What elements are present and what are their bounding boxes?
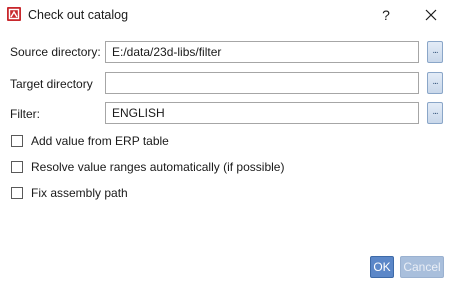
close-icon	[425, 9, 437, 21]
target-directory-label: Target directory	[10, 77, 93, 91]
close-button[interactable]	[420, 5, 442, 25]
source-directory-input[interactable]: E:/data/23d-libs/filter	[105, 41, 419, 63]
fix-assembly-path-label: Fix assembly path	[31, 186, 128, 200]
app-logo-icon	[7, 7, 21, 21]
filter-input[interactable]: ENGLISH	[105, 102, 419, 124]
check-out-catalog-dialog: Check out catalog ? Source directory: E:…	[0, 0, 454, 289]
resolve-ranges-checkbox[interactable]	[11, 161, 23, 173]
resolve-ranges-label: Resolve value ranges automatically (if p…	[31, 160, 285, 174]
title-bar: Check out catalog ?	[0, 0, 454, 30]
target-directory-input[interactable]	[105, 72, 419, 94]
filter-label: Filter:	[10, 107, 40, 121]
erp-table-checkbox[interactable]	[11, 135, 23, 147]
fix-assembly-path-checkbox[interactable]	[11, 187, 23, 199]
ok-button[interactable]: OK	[370, 256, 394, 278]
target-directory-browse-button[interactable]: ...	[427, 72, 443, 94]
filter-browse-button[interactable]: ...	[427, 102, 443, 124]
source-directory-browse-button[interactable]: ...	[427, 41, 443, 63]
erp-table-label: Add value from ERP table	[31, 134, 169, 148]
dialog-title: Check out catalog	[28, 8, 129, 22]
cancel-button[interactable]: Cancel	[400, 256, 444, 278]
source-directory-label: Source directory:	[10, 45, 101, 59]
help-button[interactable]: ?	[376, 5, 396, 25]
